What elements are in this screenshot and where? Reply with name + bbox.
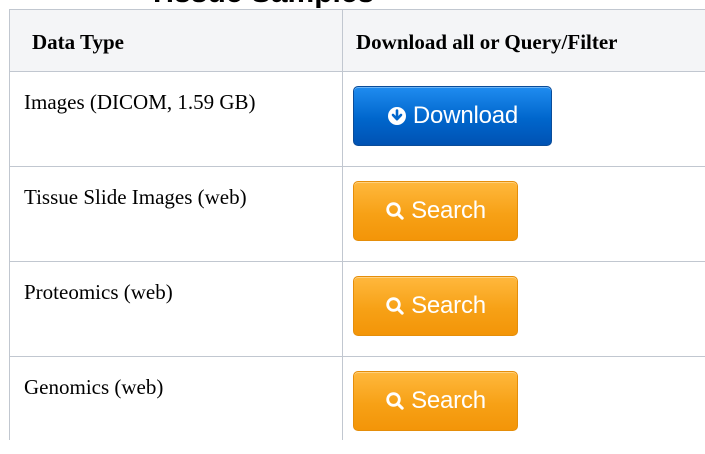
search-icon [385, 296, 405, 316]
header-action-label: Download all or Query/Filter [356, 30, 618, 54]
data-type-label: Images (DICOM, 1.59 GB) [24, 90, 256, 114]
download-button-label: Download [412, 102, 519, 129]
header-data-type: Data Type [9, 9, 343, 72]
table-row-genomics: Genomics (web) Search [9, 356, 705, 440]
action-cell: Download [342, 71, 705, 167]
download-circle-icon [387, 106, 407, 126]
table-row-images: Images (DICOM, 1.59 GB) Download [9, 71, 705, 167]
data-type-cell: Images (DICOM, 1.59 GB) [9, 71, 343, 167]
search-icon [385, 201, 405, 221]
action-cell: Search [342, 356, 705, 440]
search-button-label: Search [411, 387, 486, 414]
data-type-label: Genomics (web) [24, 375, 164, 399]
search-button-label: Search [411, 197, 486, 224]
data-type-label: Proteomics (web) [24, 280, 173, 304]
search-button-tissue-slide[interactable]: Search [353, 181, 518, 241]
table-row-proteomics: Proteomics (web) Search [9, 261, 705, 357]
data-type-cell: Proteomics (web) [9, 261, 343, 357]
data-type-cell: Genomics (web) [9, 356, 343, 440]
search-button-label: Search [411, 292, 486, 319]
search-button-genomics[interactable]: Search [353, 371, 518, 431]
download-button[interactable]: Download [353, 86, 552, 146]
action-cell: Search [342, 166, 705, 262]
table-row-tissue-slide: Tissue Slide Images (web) Search [9, 166, 705, 262]
data-type-label: Tissue Slide Images (web) [24, 185, 247, 209]
search-icon [385, 391, 405, 411]
header-data-type-label: Data Type [32, 30, 124, 54]
data-type-cell: Tissue Slide Images (web) [9, 166, 343, 262]
search-button-proteomics[interactable]: Search [353, 276, 518, 336]
data-type-table: Data Type Download all or Query/Filter I… [9, 9, 705, 440]
table-header-row: Data Type Download all or Query/Filter [9, 9, 705, 72]
header-action: Download all or Query/Filter [342, 9, 705, 72]
action-cell: Search [342, 261, 705, 357]
